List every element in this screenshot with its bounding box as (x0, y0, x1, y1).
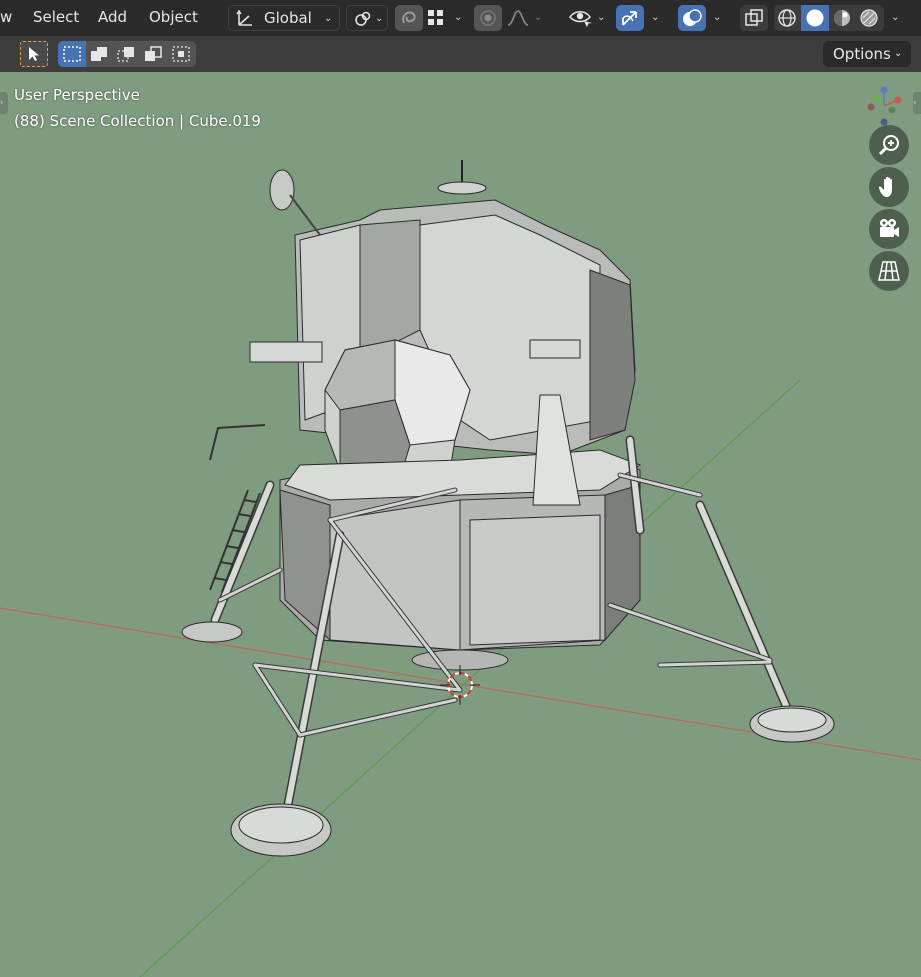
blender-window: w Select Add Object Global ⌄ ⌄ ⌄ ⌄ ⌄ ⌄ ⌄… (0, 0, 921, 977)
zoom-button[interactable] (869, 125, 909, 165)
selectability-visibility-dropdown[interactable]: ⌄ (566, 5, 610, 31)
select-extend-icon (91, 47, 107, 61)
chevron-down-icon: ⌄ (324, 13, 333, 24)
orientation-icon (236, 9, 252, 26)
collection-info-label: (88) Scene Collection | Cube.019 (14, 112, 261, 130)
menu-view[interactable]: w (0, 0, 12, 36)
chevron-down-icon: ⌄ (454, 12, 463, 23)
chevron-down-icon: ⌄ (375, 13, 384, 24)
chevron-down-icon: ⌄ (597, 12, 606, 23)
solid-shading-icon (806, 9, 824, 27)
pan-button[interactable] (869, 167, 909, 207)
select-tool-icon (29, 47, 39, 61)
rendered-shading-icon (860, 9, 878, 27)
falloff-dropdown[interactable]: ⌄ (503, 5, 547, 31)
chevron-down-icon: ⌄ (713, 12, 722, 23)
menu-object[interactable]: Object (149, 0, 198, 36)
gizmo-dropdown[interactable]: ⌄ (644, 5, 670, 31)
select-intersect-icon (172, 46, 190, 62)
options-label: Options (833, 45, 891, 63)
tool-settings-bar: Options ⌄ (0, 36, 921, 73)
grid-icon (878, 261, 900, 281)
camera-view-button[interactable] (869, 209, 909, 249)
snap-target-dropdown[interactable]: ⌄ (423, 5, 467, 31)
material-shading-button[interactable] (829, 5, 856, 31)
sidebar-toggle[interactable]: ‹ (913, 92, 921, 114)
visibility-icon (569, 11, 592, 27)
snap-icon (402, 11, 416, 24)
orientation-label: Global (264, 9, 312, 27)
shading-mode-group (774, 5, 884, 31)
select-intersect-button[interactable] (167, 41, 196, 67)
shading-dropdown[interactable]: ⌄ (884, 5, 910, 31)
camera-icon (880, 219, 899, 237)
view-name-label: User Perspective (14, 86, 140, 104)
gizmo-icon (622, 11, 637, 26)
snap-grid-icon (428, 10, 443, 25)
overlay-icon (683, 9, 702, 26)
overlays-dropdown[interactable]: ⌄ (706, 5, 732, 31)
wireframe-shading-button[interactable] (774, 5, 801, 31)
viewport-header: w Select Add Object Global ⌄ ⌄ ⌄ ⌄ ⌄ ⌄ ⌄… (0, 0, 921, 37)
solid-shading-button[interactable] (801, 5, 829, 31)
lunar-module-model (181, 160, 835, 857)
3d-viewport[interactable]: User Perspective (88) Scene Collection |… (0, 72, 921, 977)
material-shading-icon (834, 10, 850, 26)
hand-icon (878, 176, 892, 197)
link-icon (355, 11, 371, 26)
select-difference-button[interactable] (140, 41, 167, 67)
navigation-gizmo[interactable] (862, 84, 908, 128)
pivot-point-dropdown[interactable]: ⌄ (346, 5, 388, 31)
select-new-button[interactable] (58, 41, 86, 67)
chevron-down-icon: ⌄ (651, 12, 660, 23)
xray-icon (745, 9, 763, 26)
select-subtract-icon (117, 47, 134, 62)
falloff-icon (507, 10, 529, 26)
menu-select[interactable]: Select (33, 0, 79, 36)
select-box-icon (63, 46, 81, 62)
proportional-edit-icon (480, 10, 496, 26)
options-dropdown[interactable]: Options ⌄ (823, 41, 911, 67)
overlays-toggle[interactable] (678, 5, 706, 31)
perspective-toggle-button[interactable] (869, 251, 909, 291)
transform-orientation-dropdown[interactable]: Global ⌄ (228, 5, 340, 31)
chevron-down-icon: ⌄ (534, 12, 543, 23)
snap-toggle[interactable] (395, 5, 423, 31)
rendered-shading-button[interactable] (856, 5, 884, 31)
zoom-icon (878, 135, 899, 156)
chevron-down-icon: ⌄ (891, 12, 900, 23)
select-extend-button[interactable] (86, 41, 113, 67)
active-tool-button[interactable] (20, 41, 48, 67)
select-difference-icon (145, 46, 162, 61)
xray-toggle[interactable] (740, 5, 768, 31)
chevron-down-icon: ⌄ (894, 48, 903, 59)
gizmo-toggle[interactable] (616, 5, 644, 31)
wireframe-shading-icon (778, 9, 796, 27)
select-subtract-button[interactable] (113, 41, 140, 67)
selection-mode-group (58, 41, 196, 67)
proportional-edit-toggle[interactable] (474, 5, 502, 31)
toolbar-toggle[interactable]: › (0, 92, 8, 114)
scene-render (0, 160, 921, 977)
menu-add[interactable]: Add (98, 0, 127, 36)
